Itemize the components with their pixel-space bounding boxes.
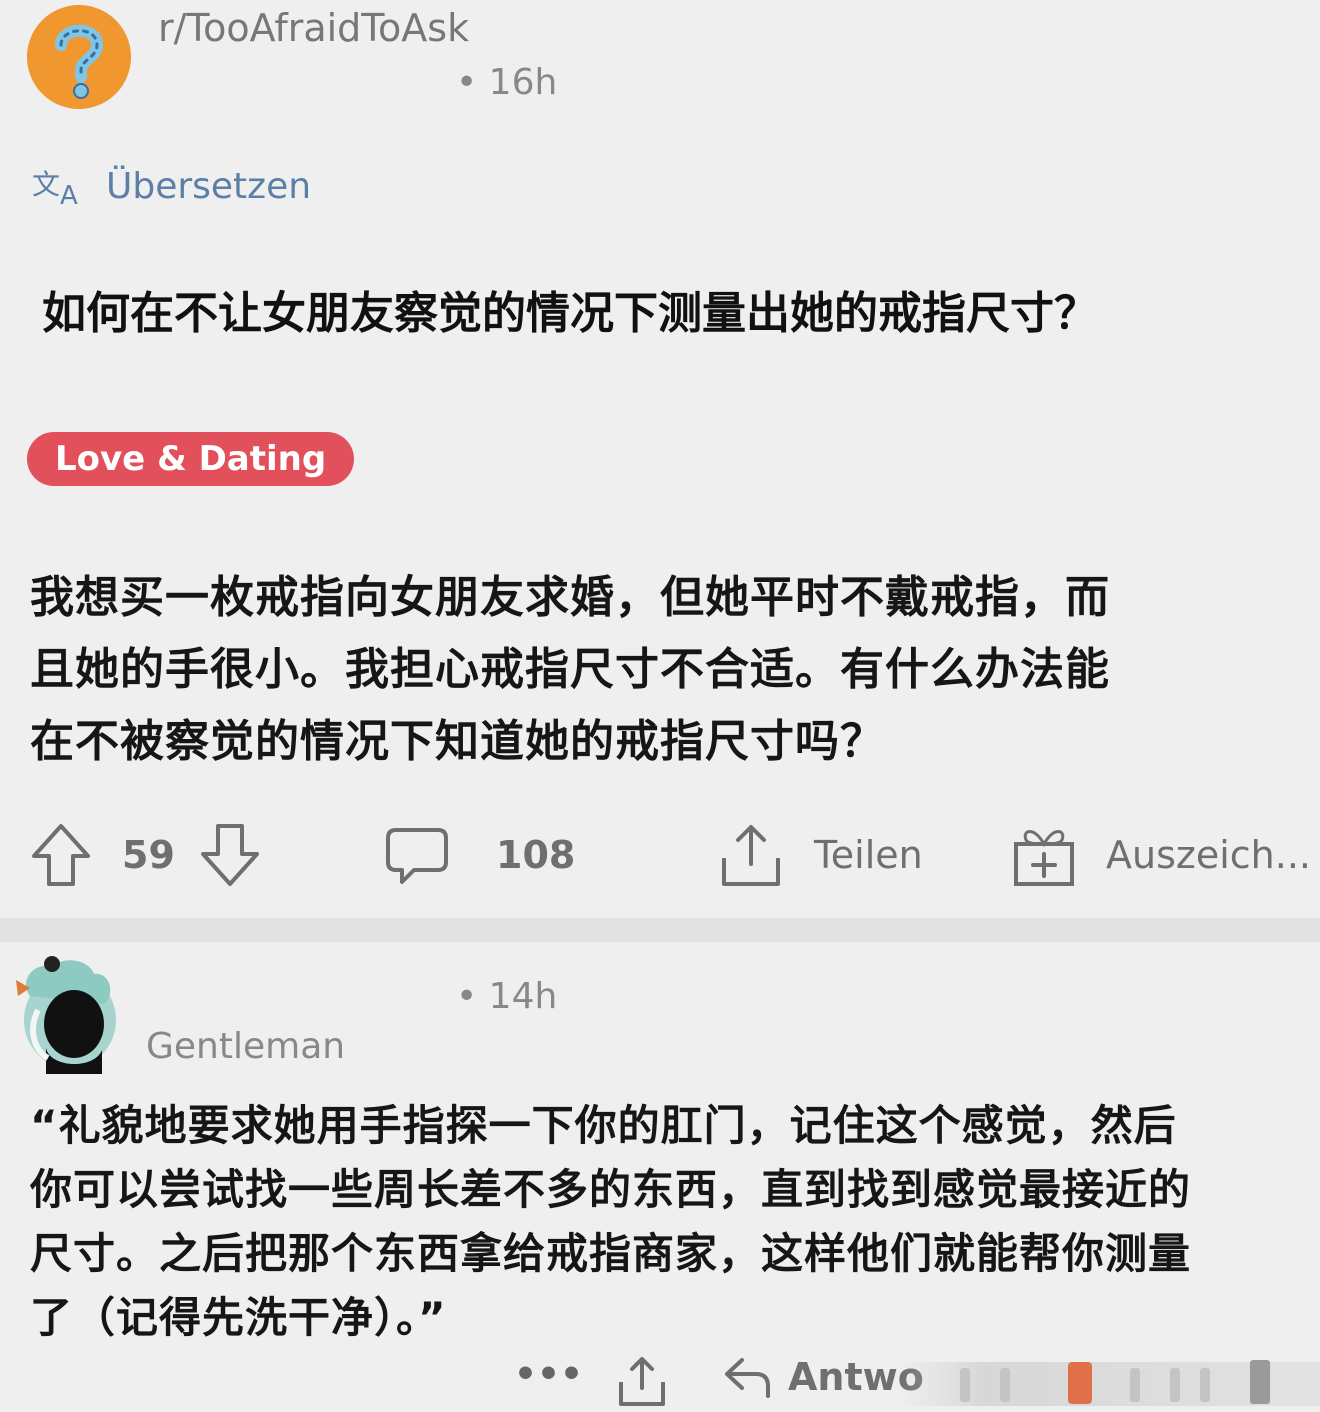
- comment-author[interactable]: Gentleman: [146, 1026, 345, 1067]
- vote-group: 59: [30, 815, 261, 895]
- comment-icon: [386, 828, 448, 884]
- award-gift-icon: [1014, 830, 1074, 886]
- post-body: 我想买一枚戒指向女朋友求婚，但她平时不戴戒指，而 且她的手很小。我担心戒指尺寸不…: [30, 562, 1292, 778]
- share-button[interactable]: Teilen: [718, 815, 923, 895]
- svg-text:文: 文: [32, 168, 60, 201]
- translate-label: Übersetzen: [106, 165, 312, 207]
- watermark-mark: [1000, 1368, 1010, 1402]
- reply-arrow-icon: [725, 1358, 770, 1398]
- comment-body-line: “礼貌地要求她用手指探一下你的肛门，记住这个感觉，然后: [30, 1101, 1177, 1150]
- post-body-line: 在不被察觉的情况下知道她的戒指尺寸吗？: [30, 716, 885, 767]
- more-options-button[interactable]: •••: [514, 1354, 583, 1395]
- subreddit-avatar[interactable]: [27, 5, 131, 109]
- post: r/TooAfraidToAsk • 16h 文 A Übersetzen 如何…: [0, 0, 1320, 918]
- comment-count: 108: [496, 833, 576, 877]
- reply-button[interactable]: Antwo: [722, 1354, 924, 1400]
- translate-button[interactable]: 文 A Übersetzen: [32, 164, 312, 209]
- upvote-count: 59: [122, 833, 175, 877]
- watermark-mark: [1130, 1368, 1140, 1402]
- comment: • 14h Gentleman “礼貌地要求她用手指探一下你的肛门，记住这个感觉…: [0, 942, 1320, 1412]
- comment-body-line: 你可以尝试找一些周长差不多的东西，直到找到感觉最接近的: [30, 1165, 1192, 1214]
- comment-body-line: 了（记得先洗干净）。”: [30, 1293, 447, 1342]
- comment-body: “礼貌地要求她用手指探一下你的肛门，记住这个感觉，然后 你可以尝试找一些周长差不…: [30, 1094, 1298, 1350]
- post-timestamp: • 16h: [456, 62, 558, 103]
- watermark-mark: [1170, 1368, 1180, 1402]
- upvote-icon[interactable]: [30, 822, 92, 888]
- post-body-line: 我想买一枚戒指向女朋友求婚，但她平时不戴戒指，而: [30, 572, 1110, 623]
- post-body-line: 且她的手很小。我担心戒指尺寸不合适。有什么办法能: [30, 644, 1110, 695]
- comment-body-line: 尺寸。之后把那个东西拿给戒指商家，这样他们就能帮你测量: [30, 1229, 1192, 1278]
- translate-icon: 文 A: [32, 168, 78, 208]
- award-label: Auszeich...: [1106, 833, 1311, 877]
- share-label: Teilen: [814, 833, 923, 877]
- svg-text:A: A: [60, 181, 78, 208]
- watermark-accent: [1068, 1362, 1092, 1404]
- watermark-end: [1250, 1360, 1270, 1404]
- award-button[interactable]: Auszeich...: [1012, 815, 1311, 895]
- comment-share-icon[interactable]: [616, 1356, 668, 1408]
- post-title[interactable]: 如何在不让女朋友察觉的情况下测量出她的戒指尺寸？: [42, 277, 1098, 341]
- comment-timestamp: • 14h: [456, 976, 558, 1017]
- downvote-icon[interactable]: [199, 822, 261, 888]
- post-flair[interactable]: Love & Dating: [27, 432, 355, 486]
- subreddit-name[interactable]: r/TooAfraidToAsk: [158, 6, 469, 50]
- commenter-avatar[interactable]: [8, 950, 122, 1074]
- post-action-bar: 59 108 Teilen Auszeich...: [0, 815, 1320, 895]
- watermark-mark: [960, 1368, 970, 1402]
- section-divider: [0, 918, 1320, 942]
- comments-button[interactable]: 108: [384, 815, 575, 895]
- watermark-mark: [1200, 1368, 1210, 1402]
- share-icon: [722, 825, 780, 886]
